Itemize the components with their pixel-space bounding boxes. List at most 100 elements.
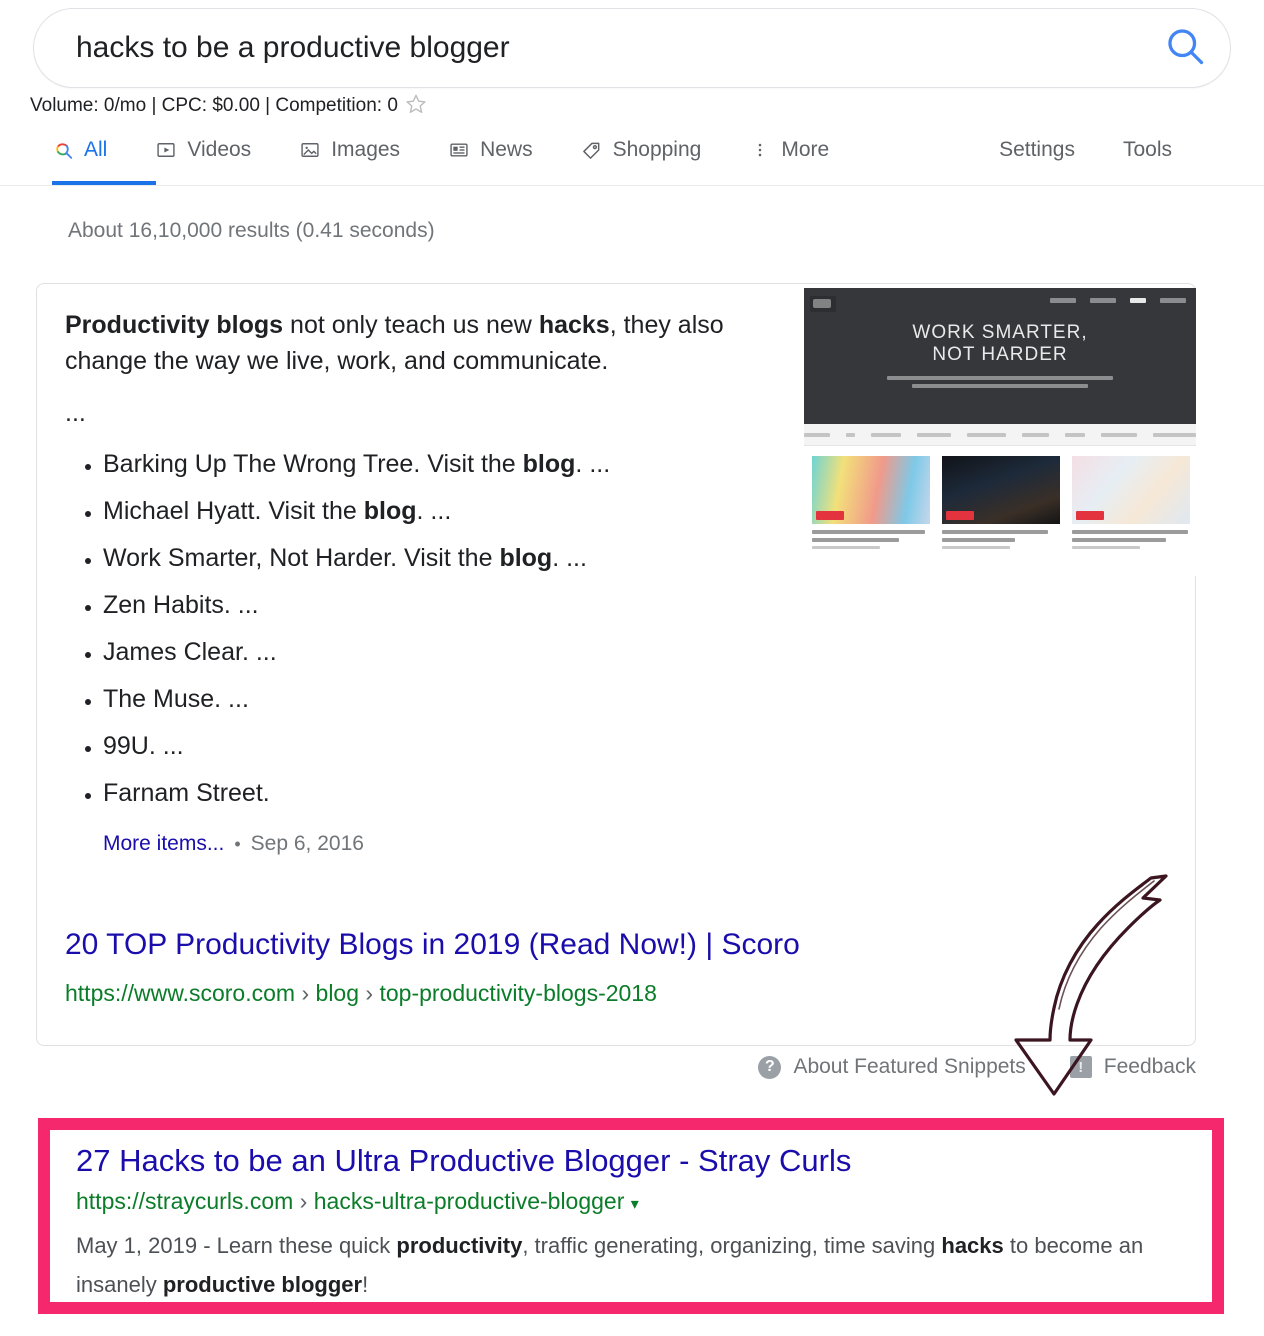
- highlighted-result-content: 27 Hacks to be an Ultra Productive Blogg…: [50, 1130, 1212, 1304]
- tag-icon: [581, 139, 603, 161]
- search-nav-bar: All Videos Images News Shopping More Set…: [0, 126, 1264, 186]
- thumbnail-card-text: [812, 524, 930, 549]
- list-item: Work Smarter, Not Harder. Visit the blog…: [103, 546, 805, 571]
- tab-images-label: Images: [331, 138, 401, 161]
- featured-snippet-thumbnail[interactable]: WORK SMARTER, NOT HARDER: [804, 288, 1196, 576]
- thumbnail-headline-line1: WORK SMARTER,: [912, 322, 1088, 343]
- more-items-link[interactable]: More items...: [103, 832, 224, 856]
- search-input[interactable]: hacks to be a productive blogger: [76, 33, 1140, 63]
- result-stats: About 16,10,000 results (0.41 seconds): [68, 219, 435, 242]
- keyword-metrics-bar: Volume: 0/mo | CPC: $0.00 | Competition:…: [30, 93, 427, 119]
- tab-news-label: News: [480, 138, 533, 161]
- thumbnail-logo: [810, 296, 836, 312]
- search-icon: [1163, 24, 1207, 73]
- snippet-bold-hacks: hacks: [538, 311, 610, 339]
- star-icon[interactable]: [405, 93, 427, 119]
- tab-shopping[interactable]: Shopping: [581, 126, 701, 174]
- highlighted-search-result: 27 Hacks to be an Ultra Productive Blogg…: [38, 1118, 1224, 1314]
- desc-bold-1: productivity: [396, 1233, 523, 1259]
- snippet-ellipsis: ...: [65, 399, 86, 427]
- settings-button[interactable]: Settings: [999, 138, 1075, 162]
- thumbnail-headline: WORK SMARTER, NOT HARDER: [804, 322, 1196, 367]
- tab-all-label: All: [84, 138, 108, 161]
- thumbnail-card-badge: [816, 511, 844, 520]
- tab-all[interactable]: All: [52, 126, 156, 185]
- thumbnail-menu-bar: [804, 424, 1196, 446]
- list-item-tail: . ...: [416, 497, 452, 525]
- featured-snippet-list: Barking Up The Wrong Tree. Visit the blo…: [65, 452, 805, 806]
- question-mark-icon: ?: [758, 1055, 782, 1079]
- url-domain: https://straycurls.com: [76, 1188, 294, 1215]
- active-tab-underline: [52, 181, 156, 185]
- tab-more[interactable]: More: [749, 126, 829, 174]
- featured-snippet-card: Productivity blogs not only teach us new…: [36, 283, 1196, 1046]
- featured-snippet-title-link[interactable]: 20 TOP Productivity Blogs in 2019 (Read …: [65, 928, 800, 962]
- search-button[interactable]: [1140, 24, 1230, 73]
- list-item-text: Farnam Street.: [103, 779, 270, 807]
- list-item-text: Zen Habits. ...: [103, 591, 259, 619]
- tab-more-label: More: [781, 138, 830, 161]
- desc-bold-2: hacks: [941, 1233, 1004, 1259]
- list-item: 99U. ...: [103, 734, 805, 759]
- feedback-link[interactable]: ! Feedback: [1069, 1055, 1196, 1079]
- nav-tab-list: All Videos Images News Shopping More: [52, 126, 877, 186]
- tools-button[interactable]: Tools: [1123, 138, 1172, 162]
- result-url[interactable]: https://straycurls.com › hacks-ultra-pro…: [76, 1188, 1212, 1215]
- thumbnail-card: [942, 456, 1060, 576]
- list-item-bold: blog: [522, 450, 576, 478]
- bullet-separator: •: [234, 833, 241, 854]
- thumbnail-card-badge: [946, 511, 974, 520]
- snippet-bold-lead: Productivity blogs: [65, 311, 284, 339]
- list-item: Barking Up The Wrong Tree. Visit the blo…: [103, 452, 805, 477]
- list-item: Michael Hyatt. Visit the blog. ...: [103, 499, 805, 524]
- thumbnail-card: [812, 456, 930, 576]
- result-title-link[interactable]: 27 Hacks to be an Ultra Productive Blogg…: [76, 1143, 1212, 1178]
- feedback-icon: !: [1069, 1056, 1092, 1078]
- search-box[interactable]: hacks to be a productive blogger: [33, 8, 1231, 88]
- tab-videos[interactable]: Videos: [155, 126, 251, 174]
- about-featured-snippets-link[interactable]: ? About Featured Snippets: [758, 1055, 1026, 1079]
- url-path-2: top-productivity-blogs-2018: [379, 980, 657, 1006]
- featured-snippet-body: Productivity blogs not only teach us new…: [65, 308, 805, 856]
- thumbnail-headline-line2: NOT HARDER: [932, 344, 1068, 366]
- video-icon: [155, 139, 177, 161]
- thumbnail-nav: [1050, 298, 1186, 303]
- tab-images[interactable]: Images: [299, 126, 400, 174]
- list-item-tail: . ...: [552, 544, 587, 572]
- google-search-results-page: hacks to be a productive blogger Volume:…: [0, 0, 1264, 1336]
- list-item: James Clear. ...: [103, 640, 805, 665]
- chevron-down-icon[interactable]: ▾: [631, 1196, 639, 1213]
- result-description: May 1, 2019 - Learn these quick producti…: [76, 1227, 1196, 1304]
- keyword-metrics-text: Volume: 0/mo | CPC: $0.00 | Competition:…: [30, 95, 398, 116]
- thumbnail-card-image: [942, 456, 1060, 524]
- thumbnail-card-text: [942, 524, 1060, 549]
- snippet-date: Sep 6, 2016: [250, 832, 364, 855]
- nav-right-actions: Settings Tools: [999, 126, 1172, 174]
- url-separator: ›: [301, 980, 310, 1006]
- image-icon: [299, 139, 321, 161]
- list-item-tail: . ...: [575, 450, 611, 478]
- thumbnail-card-image: [812, 456, 930, 524]
- more-items-row: More items... • Sep 6, 2016: [103, 832, 805, 856]
- url-domain: https://www.scoro.com: [65, 980, 296, 1006]
- desc-part-1: Learn these quick: [216, 1233, 397, 1259]
- thumbnail-card-grid: [804, 446, 1196, 576]
- tab-news[interactable]: News: [448, 126, 533, 174]
- featured-snippet-footer: ? About Featured Snippets ! Feedback: [0, 1055, 1196, 1079]
- thumbnail-card: [1072, 456, 1190, 576]
- desc-part-4: !: [362, 1271, 369, 1297]
- list-item-text: The Muse. ...: [103, 685, 249, 713]
- result-date: May 1, 2019: [76, 1233, 198, 1259]
- url-separator: ›: [365, 980, 374, 1006]
- desc-bold-3: productive blogger: [162, 1271, 363, 1297]
- url-separator: ›: [299, 1188, 308, 1215]
- list-item-text: James Clear. ...: [103, 638, 277, 666]
- tab-videos-label: Videos: [187, 138, 252, 161]
- thumbnail-subtext: [804, 372, 1196, 392]
- news-icon: [448, 139, 470, 161]
- about-featured-snippets-label: About Featured Snippets: [793, 1055, 1026, 1078]
- thumbnail-card-text: [1072, 524, 1190, 549]
- desc-part-2: , traffic generating, organizing, time s…: [522, 1233, 942, 1259]
- google-search-icon: [52, 139, 74, 161]
- featured-snippet-url[interactable]: https://www.scoro.com › blog › top-produ…: [65, 980, 657, 1007]
